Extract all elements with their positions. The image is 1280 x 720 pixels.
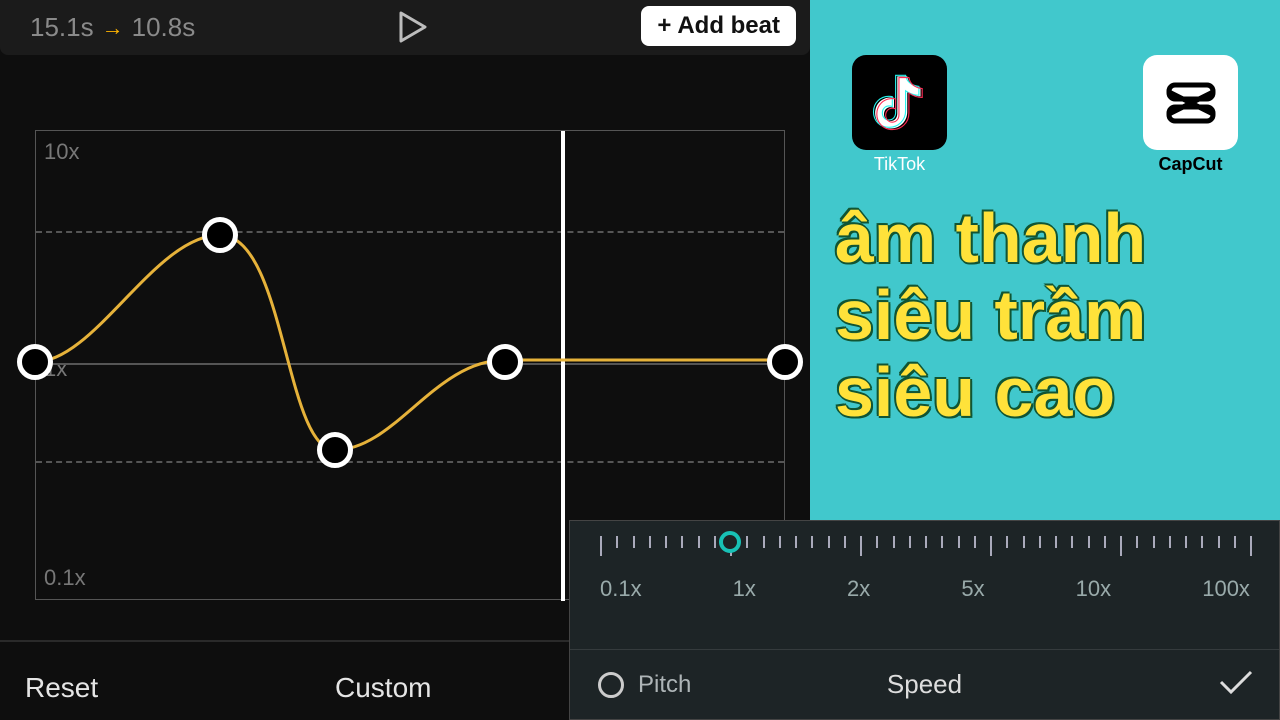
- ruler-tick: [1055, 536, 1057, 548]
- ruler-tick: [665, 536, 667, 548]
- ruler-tick: [746, 536, 748, 548]
- speed-mark: 100x: [1202, 576, 1250, 602]
- headline-line: siêu trầm: [835, 277, 1146, 354]
- ruler-tick: [958, 536, 960, 548]
- ruler-tick-major: [1120, 536, 1122, 556]
- tiktok-name: TikTok: [852, 154, 947, 175]
- speed-mark: 0.1x: [600, 576, 642, 602]
- ruler-tick: [876, 536, 878, 548]
- ruler-tick: [1218, 536, 1220, 548]
- axis-label-bot: 0.1x: [44, 565, 86, 591]
- top-bar: 15.1s → 10.8s + Add beat: [0, 0, 810, 55]
- tiktok-icon: [852, 55, 947, 150]
- axis-label-top: 10x: [44, 139, 79, 165]
- custom-label: Custom: [335, 672, 431, 704]
- speed-mark: 10x: [1076, 576, 1111, 602]
- ruler-tick: [893, 536, 895, 548]
- confirm-button[interactable]: [1218, 667, 1254, 702]
- arrow-right-icon: →: [102, 15, 124, 41]
- ruler-tick: [925, 536, 927, 548]
- speed-marks: 0.1x 1x 2x 5x 10x 100x: [600, 576, 1250, 602]
- ruler-tick: [763, 536, 765, 548]
- ruler-tick: [795, 536, 797, 548]
- ruler-tick-major: [860, 536, 862, 556]
- ruler-tick: [974, 536, 976, 548]
- ruler-tick-major: [1250, 536, 1252, 556]
- tiktok-badge: TikTok: [852, 55, 947, 175]
- speed-mark: 5x: [961, 576, 984, 602]
- ruler-tick: [1023, 536, 1025, 548]
- ruler-tick: [1136, 536, 1138, 548]
- ruler-tick: [844, 536, 846, 548]
- ruler-tick: [1153, 536, 1155, 548]
- ruler-tick: [1088, 536, 1090, 548]
- pitch-toggle[interactable]: [598, 672, 624, 698]
- speed-slider-handle[interactable]: [719, 531, 741, 553]
- capcut-icon: [1143, 55, 1238, 150]
- time-to: 10.8s: [132, 12, 196, 43]
- ruler-tick-major: [600, 536, 602, 556]
- time-from: 15.1s: [30, 12, 94, 43]
- ruler-tick: [1006, 536, 1008, 548]
- capcut-name: CapCut: [1143, 154, 1238, 175]
- info-sidebar: TikTok CapCut âm thanh siêu trầm siêu ca…: [810, 0, 1280, 520]
- speed-mark: 1x: [733, 576, 756, 602]
- ruler-tick: [681, 536, 683, 548]
- speed-panel: 0.1x 1x 2x 5x 10x 100x Pitch Speed: [569, 520, 1280, 720]
- ruler-tick: [714, 536, 716, 548]
- curve-node[interactable]: [317, 432, 353, 468]
- ruler-tick: [941, 536, 943, 548]
- panel-bottom-bar: Pitch Speed: [570, 649, 1279, 719]
- curve-node[interactable]: [17, 344, 53, 380]
- ruler-tick: [1169, 536, 1171, 548]
- curve-node[interactable]: [487, 344, 523, 380]
- plus-icon: +: [657, 12, 671, 40]
- capcut-badge: CapCut: [1143, 55, 1238, 175]
- duration-readout: 15.1s → 10.8s: [30, 12, 195, 43]
- ruler-tick: [1185, 536, 1187, 548]
- speed-mark: 2x: [847, 576, 870, 602]
- pitch-label: Pitch: [638, 671, 691, 699]
- guide-line-upper: [36, 231, 784, 233]
- add-beat-label: Add beat: [677, 12, 780, 40]
- headline-text: âm thanh siêu trầm siêu cao: [835, 200, 1146, 431]
- play-button[interactable]: [395, 10, 429, 49]
- guide-line-lower: [36, 461, 784, 463]
- ruler-tick: [1039, 536, 1041, 548]
- playhead[interactable]: [561, 131, 565, 601]
- ruler-tick: [1071, 536, 1073, 548]
- headline-line: âm thanh: [835, 200, 1146, 277]
- ruler-tick: [811, 536, 813, 548]
- ruler-tick: [649, 536, 651, 548]
- ruler-tick: [616, 536, 618, 548]
- add-beat-button[interactable]: + Add beat: [641, 6, 796, 46]
- ruler-tick: [909, 536, 911, 548]
- headline-line: siêu cao: [835, 354, 1146, 431]
- speed-slider[interactable]: [600, 536, 1250, 566]
- reset-button[interactable]: Reset: [25, 672, 98, 704]
- ruler-tick: [779, 536, 781, 548]
- ruler-tick: [698, 536, 700, 548]
- curve-node[interactable]: [767, 344, 803, 380]
- speed-title: Speed: [887, 669, 962, 700]
- ruler-tick: [633, 536, 635, 548]
- curve-node[interactable]: [202, 217, 238, 253]
- ruler-tick: [1201, 536, 1203, 548]
- guide-line-1x: [36, 363, 784, 365]
- ruler-tick: [1234, 536, 1236, 548]
- ruler-tick: [1104, 536, 1106, 548]
- ruler-tick-major: [990, 536, 992, 556]
- ruler-tick: [828, 536, 830, 548]
